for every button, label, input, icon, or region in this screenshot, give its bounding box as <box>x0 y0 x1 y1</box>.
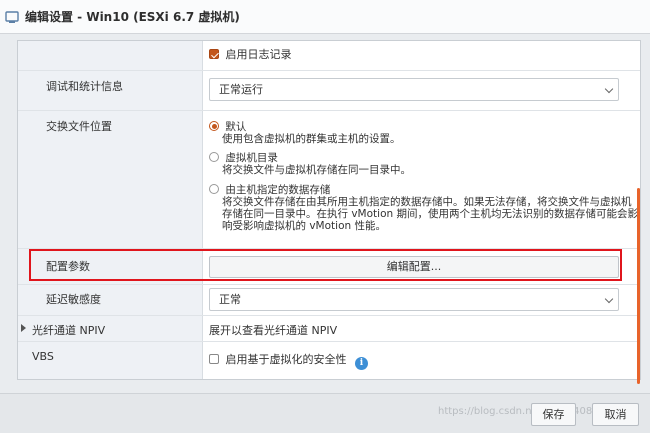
swap-default-desc: 使用包含虚拟机的群集或主机的设置。 <box>222 133 401 145</box>
logging-row: 启用日志记录 <box>18 41 640 71</box>
chevron-down-icon <box>604 84 614 94</box>
scrollbar[interactable] <box>637 188 640 384</box>
enable-logging[interactable]: 启用日志记录 <box>209 46 292 62</box>
swap-host-datastore-label: 由主机指定的数据存储 <box>225 184 331 196</box>
enable-logging-label: 启用日志记录 <box>225 48 292 61</box>
save-button[interactable]: 保存 <box>531 403 576 426</box>
config-params-label: 配置参数 <box>46 260 90 273</box>
window-title: 编辑设置 - Win10 (ESXi 6.7 虚拟机) <box>25 10 240 24</box>
enable-vbs-checkbox[interactable] <box>209 354 219 364</box>
swap-host-datastore-radio[interactable] <box>209 184 219 194</box>
edit-config-button[interactable]: 编辑配置... <box>209 256 619 278</box>
fibre-npiv-row[interactable]: 光纤通道 NPIV 展开以查看光纤通道 NPIV <box>18 316 640 342</box>
dialog-footer: https://blog.csdn.net/lu20140813 保存 取消 <box>0 393 650 433</box>
info-icon[interactable]: i <box>355 357 368 370</box>
debug-stats-value: 正常运行 <box>219 83 263 96</box>
swap-default-radio[interactable] <box>209 121 219 131</box>
debug-stats-select[interactable]: 正常运行 <box>209 78 619 101</box>
swap-vm-dir-desc: 将交换文件与虚拟机存储在同一目录中。 <box>222 164 411 176</box>
enable-logging-checkbox[interactable] <box>209 49 219 59</box>
enable-vbs[interactable]: 启用基于虚拟化的安全性 i <box>209 351 368 370</box>
vbs-row: VBS 启用基于虚拟化的安全性 i <box>18 342 640 379</box>
swap-host-desc-line-3: 响受影响虚拟机的 vMotion 性能。 <box>222 220 386 232</box>
enable-vbs-label: 启用基于虚拟化的安全性 <box>225 353 347 366</box>
config-params-row: 配置参数 编辑配置... <box>18 249 640 285</box>
title-bar: 编辑设置 - Win10 (ESXi 6.7 虚拟机) <box>0 0 650 34</box>
settings-panel: 启用日志记录 调试和统计信息 正常运行 交换文件位置 默认 使用包含虚拟机的群集… <box>17 40 641 380</box>
swap-default-label: 默认 <box>225 121 247 133</box>
swap-location-row: 交换文件位置 默认 使用包含虚拟机的群集或主机的设置。 虚拟机目录 将交换文件与… <box>18 111 640 249</box>
swap-location-label: 交换文件位置 <box>46 120 112 133</box>
latency-label: 延迟敏感度 <box>46 293 101 306</box>
swap-vm-dir-radio[interactable] <box>209 152 219 162</box>
swap-option-default[interactable]: 默认 <box>209 121 246 133</box>
vbs-label: VBS <box>32 350 54 363</box>
debug-stats-row: 调试和统计信息 正常运行 <box>18 71 640 111</box>
swap-option-host-datastore[interactable]: 由主机指定的数据存储 <box>209 184 330 196</box>
swap-host-desc-line-2: 存储在同一目录中。在执行 vMotion 期间，使用两个主机均无法识别的数据存储… <box>222 208 638 220</box>
fibre-npiv-label: 光纤通道 NPIV <box>32 324 106 337</box>
vm-icon <box>5 10 19 23</box>
fibre-npiv-value: 展开以查看光纤通道 NPIV <box>209 324 338 337</box>
watermark-text: https://blog.csdn.net/lu20140813 <box>438 406 605 417</box>
expand-caret-icon[interactable] <box>21 324 26 332</box>
swap-vm-dir-label: 虚拟机目录 <box>225 152 278 164</box>
debug-stats-label: 调试和统计信息 <box>46 80 123 93</box>
cancel-button[interactable]: 取消 <box>592 403 639 426</box>
latency-row: 延迟敏感度 正常 <box>18 285 640 316</box>
swap-host-desc-line-1: 将交换文件存储在由其所用主机指定的数据存储中。如果无法存储，将交换文件与虚拟机 <box>222 196 632 208</box>
chevron-down-icon <box>604 294 614 304</box>
swap-option-vm-dir[interactable]: 虚拟机目录 <box>209 152 278 164</box>
latency-select[interactable]: 正常 <box>209 288 619 311</box>
latency-value: 正常 <box>219 293 241 306</box>
